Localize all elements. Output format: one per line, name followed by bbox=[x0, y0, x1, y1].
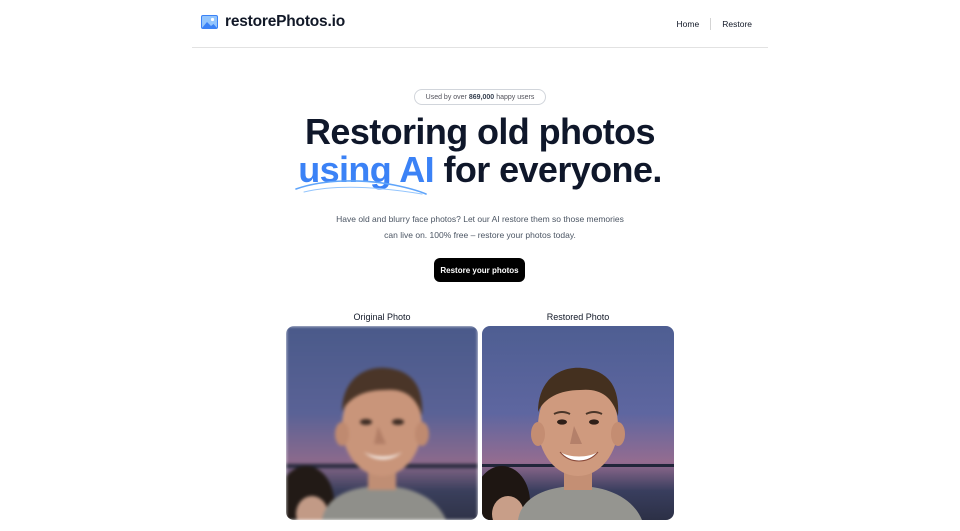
restore-photos-button[interactable]: Restore your photos bbox=[434, 258, 525, 282]
original-photo-label: Original Photo bbox=[353, 312, 411, 322]
badge-count: 869,000 bbox=[468, 93, 495, 101]
original-photo-image bbox=[286, 326, 478, 520]
usage-badge: Used by over 869,000 happy users bbox=[414, 89, 546, 105]
nav-home-link[interactable]: Home bbox=[677, 19, 700, 29]
hero-title-line2: using AI for everyone. bbox=[0, 149, 960, 195]
hero-subtitle: Have old and blurry face photos? Let our… bbox=[336, 214, 624, 240]
restored-photo bbox=[482, 326, 674, 520]
underline-swoosh-icon bbox=[295, 180, 428, 195]
brand-name: restorePhotos.io bbox=[225, 13, 345, 30]
restored-photo-image bbox=[482, 326, 674, 520]
restored-photo-label: Restored Photo bbox=[546, 312, 610, 322]
main-nav: Home Restore bbox=[677, 18, 752, 30]
badge-suffix: happy users bbox=[496, 93, 535, 101]
hero-title-accent-wrap: using AI bbox=[295, 151, 435, 195]
hero-title: Restoring old photos using AI for everyo… bbox=[0, 111, 960, 195]
nav-restore-link[interactable]: Restore bbox=[722, 19, 752, 29]
hero-title-line1: Restoring old photos bbox=[305, 111, 656, 152]
nav-divider bbox=[710, 18, 712, 30]
original-photo bbox=[286, 326, 478, 520]
hero-title-rest: for everyone. bbox=[443, 149, 662, 190]
site-header: restorePhotos.io Home Restore bbox=[192, 0, 768, 48]
image-icon bbox=[201, 15, 218, 29]
brand-logo-link[interactable]: restorePhotos.io bbox=[201, 13, 345, 31]
badge-prefix: Used by over bbox=[425, 93, 467, 101]
